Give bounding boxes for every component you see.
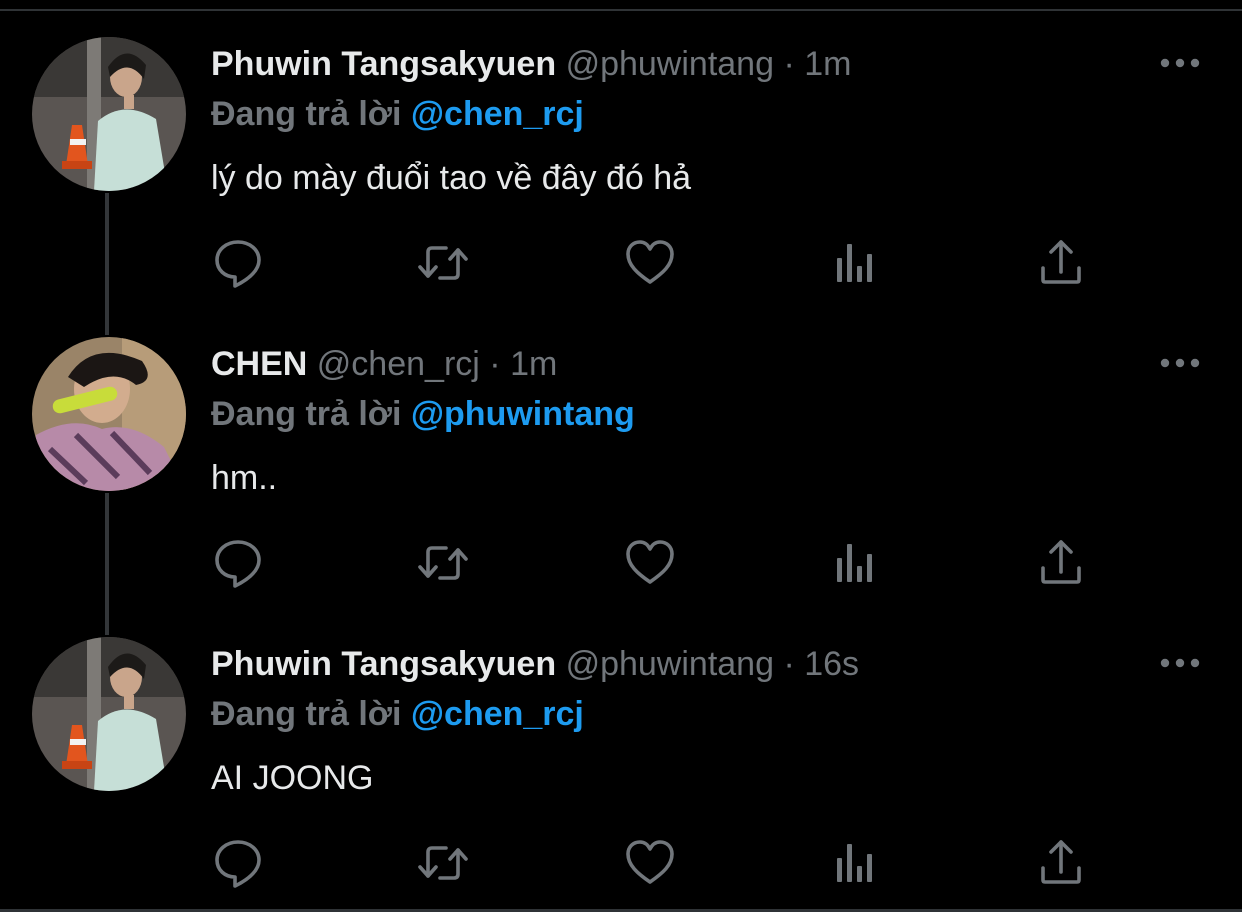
tweet[interactable]: Phuwin Tangsakyuen @phuwintang · 16s Đan… — [0, 600, 1242, 900]
tweet[interactable]: Phuwin Tangsakyuen @phuwintang · 1m Đang… — [0, 0, 1242, 300]
analytics-icon[interactable] — [829, 536, 883, 590]
like-icon[interactable] — [623, 236, 677, 290]
avatar[interactable] — [32, 37, 186, 191]
mention-link[interactable]: @chen_rcj — [411, 695, 584, 733]
action-bar — [0, 836, 1242, 890]
replying-to: Đang trả lời @phuwintang — [211, 394, 635, 434]
display-name[interactable]: Phuwin Tangsakyuen — [211, 45, 556, 83]
mention-link[interactable]: @chen_rcj — [411, 95, 584, 133]
more-options-icon[interactable] — [1158, 48, 1202, 78]
retweet-icon[interactable] — [416, 536, 470, 590]
tweet-header: CHEN @chen_rcj · 1m — [211, 344, 557, 384]
action-bar — [0, 236, 1242, 290]
analytics-icon[interactable] — [829, 836, 883, 890]
timestamp[interactable]: 1m — [804, 45, 851, 83]
timestamp[interactable]: 1m — [510, 345, 557, 383]
replying-label: Đang trả lời — [211, 695, 402, 733]
share-icon[interactable] — [1034, 236, 1088, 290]
avatar[interactable] — [32, 637, 186, 791]
tweet-header: Phuwin Tangsakyuen @phuwintang · 1m — [211, 44, 851, 84]
replying-to: Đang trả lời @chen_rcj — [211, 94, 584, 134]
user-handle[interactable]: @chen_rcj — [317, 345, 480, 383]
retweet-icon[interactable] — [416, 236, 470, 290]
tweet-text: AI JOONG — [211, 759, 374, 797]
reply-icon[interactable] — [211, 536, 265, 590]
reply-icon[interactable] — [211, 236, 265, 290]
tweet-header: Phuwin Tangsakyuen @phuwintang · 16s — [211, 644, 859, 684]
user-handle[interactable]: @phuwintang — [566, 45, 774, 83]
display-name[interactable]: CHEN — [211, 345, 307, 383]
display-name[interactable]: Phuwin Tangsakyuen — [211, 645, 556, 683]
like-icon[interactable] — [623, 536, 677, 590]
tweet[interactable]: CHEN @chen_rcj · 1m Đang trả lời @phuwin… — [0, 300, 1242, 600]
mention-link[interactable]: @phuwintang — [411, 395, 635, 433]
more-options-icon[interactable] — [1158, 648, 1202, 678]
retweet-icon[interactable] — [416, 836, 470, 890]
like-icon[interactable] — [623, 836, 677, 890]
replying-label: Đang trả lời — [211, 395, 402, 433]
separator-dot: · — [489, 345, 501, 383]
separator-dot: · — [783, 45, 795, 83]
timestamp[interactable]: 16s — [804, 645, 859, 683]
more-options-icon[interactable] — [1158, 348, 1202, 378]
avatar[interactable] — [32, 337, 186, 491]
reply-icon[interactable] — [211, 836, 265, 890]
user-handle[interactable]: @phuwintang — [566, 645, 774, 683]
action-bar — [0, 536, 1242, 590]
share-icon[interactable] — [1034, 836, 1088, 890]
tweet-text: lý do mày đuổi tao về đây đó hả — [211, 159, 692, 197]
share-icon[interactable] — [1034, 536, 1088, 590]
replying-label: Đang trả lời — [211, 95, 402, 133]
separator-dot: · — [783, 645, 795, 683]
analytics-icon[interactable] — [829, 236, 883, 290]
tweet-text: hm.. — [211, 459, 278, 497]
replying-to: Đang trả lời @chen_rcj — [211, 694, 584, 734]
